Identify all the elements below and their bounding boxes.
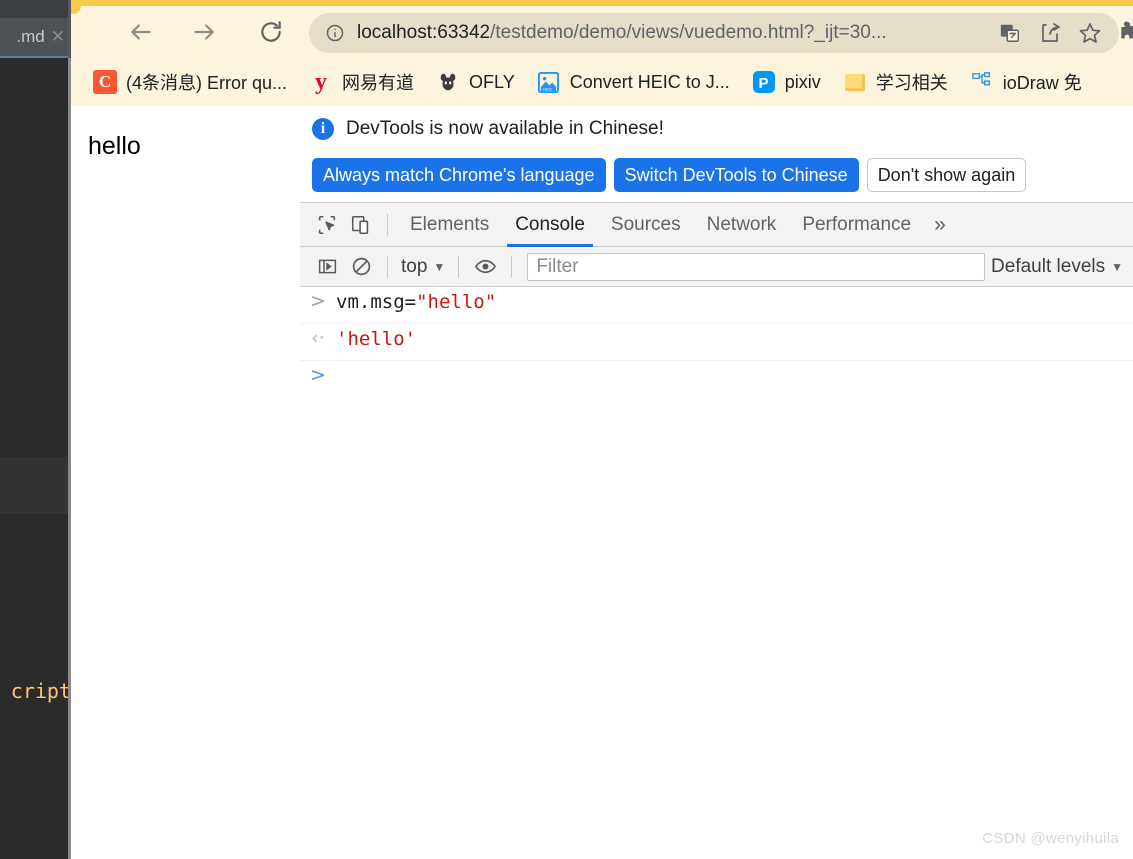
csdn-favicon-icon: C <box>93 70 117 94</box>
bookmark-label: OFLY <box>469 71 515 92</box>
tab-performance[interactable]: Performance <box>789 203 924 247</box>
execution-context-selector[interactable]: top ▼ <box>397 256 449 278</box>
ide-tabbar <box>0 0 71 18</box>
translate-icon[interactable]: G <box>997 20 1023 46</box>
csdn-glyph: C <box>93 70 117 94</box>
devtools-tab-bar: Elements Console Sources Network Perform… <box>300 203 1133 247</box>
toolbar-divider <box>511 255 513 278</box>
ide-highlight-band <box>0 457 71 514</box>
reload-icon[interactable] <box>251 12 291 52</box>
watermark: CSDN @wenyihuila <box>982 830 1119 847</box>
chevron-down-icon: ▼ <box>433 259 446 274</box>
bookmark-label: 网易有道 <box>342 73 415 93</box>
inspect-element-icon[interactable] <box>310 208 344 242</box>
log-level-label: Default levels <box>991 255 1106 277</box>
log-level-selector[interactable]: Default levels ▼ <box>991 256 1133 278</box>
svg-text:P: P <box>758 75 768 92</box>
back-arrow-icon[interactable] <box>121 12 161 52</box>
url-host: localhost:63342 <box>357 22 491 43</box>
tab-network[interactable]: Network <box>694 203 790 247</box>
prompt-arrow-icon: > <box>310 364 326 386</box>
ide-editor-area[interactable]: cript <box>0 60 71 859</box>
console-code-string: "hello" <box>416 291 497 313</box>
bookmark-item[interactable]: C (4条消息) Error qu... <box>93 69 287 95</box>
switch-devtools-language-button[interactable]: Switch DevTools to Chinese <box>613 158 859 192</box>
bookmark-item[interactable]: y 网易有道 <box>309 69 414 95</box>
ide-file-tab[interactable]: .md ✕ <box>0 18 71 58</box>
info-circle-icon[interactable] <box>325 23 345 43</box>
page-text: hello <box>88 132 141 160</box>
bookmark-label: 学习相关 <box>875 73 948 93</box>
live-expression-eye-icon[interactable] <box>468 250 502 284</box>
console-output-line[interactable]: ‹· 'hello' <box>300 324 1133 361</box>
devtools-language-banner: i DevTools is now available in Chinese! … <box>300 106 1133 203</box>
bookmark-label: (4条消息) Error qu... <box>126 73 288 93</box>
folder-icon <box>843 70 867 94</box>
devtools-panel: i DevTools is now available in Chinese! … <box>300 106 1133 859</box>
address-bar-url: localhost:63342/testdemo/demo/views/vued… <box>357 22 997 44</box>
console-sidebar-icon[interactable] <box>310 250 344 284</box>
chevron-down-icon: ▼ <box>1111 259 1123 274</box>
bookmark-label: pixiv <box>784 71 821 92</box>
output-arrow-icon: ‹· <box>311 327 325 349</box>
youdao-glyph: y <box>315 69 328 95</box>
console-filter-input[interactable] <box>527 252 986 281</box>
dont-show-again-button[interactable]: Don't show again <box>866 158 1027 192</box>
console-result-value: 'hello' <box>336 328 417 350</box>
more-tabs-chevron-icon[interactable]: » <box>924 203 956 247</box>
tab-sources[interactable]: Sources <box>598 203 694 247</box>
tab-console[interactable]: Console <box>502 203 598 247</box>
ide-code-fragment: cript <box>10 679 71 703</box>
bookmark-item[interactable]: OFLY <box>436 70 515 94</box>
info-badge-icon: i <box>312 118 334 140</box>
bookmark-item[interactable]: ioDraw 免 <box>970 69 1082 95</box>
navigation-row: localhost:63342/testdemo/demo/views/vued… <box>71 6 1133 58</box>
banner-message: DevTools is now available in Chinese! <box>346 118 664 139</box>
svg-text:HEIC: HEIC <box>543 86 553 91</box>
console-input-code: vm.msg="hello" <box>336 290 496 314</box>
banner-message-row: i DevTools is now available in Chinese! <box>312 118 664 140</box>
tab-elements[interactable]: Elements <box>397 203 502 247</box>
console-prompt-line[interactable]: > <box>300 361 1133 397</box>
address-bar-actions: G <box>997 20 1103 46</box>
pixiv-favicon-icon: P <box>752 70 776 94</box>
youdao-favicon-icon: y <box>309 70 333 94</box>
toolbar-divider <box>458 255 460 278</box>
console-code-plain: vm.msg= <box>336 291 417 313</box>
ide-window: .md ✕ cript <box>0 0 71 859</box>
close-icon[interactable]: ✕ <box>51 27 65 47</box>
url-path: /testdemo/demo/views/vuedemo.html?_ijt=3… <box>490 22 887 43</box>
star-icon[interactable] <box>1077 20 1103 46</box>
browser-chrome: localhost:63342/testdemo/demo/views/vued… <box>71 0 1133 106</box>
bookmark-item[interactable]: P pixiv <box>752 70 821 94</box>
bookmark-item[interactable]: HEIC Convert HEIC to J... <box>537 70 730 94</box>
puzzle-piece-icon[interactable] <box>1117 20 1133 46</box>
input-arrow-icon: > <box>310 290 326 312</box>
toolbar-divider <box>387 213 388 236</box>
bookmark-label: Convert HEIC to J... <box>569 71 730 92</box>
device-toolbar-icon[interactable] <box>344 208 378 242</box>
address-bar[interactable]: localhost:63342/testdemo/demo/views/vued… <box>309 13 1119 53</box>
share-icon[interactable] <box>1037 20 1063 46</box>
clear-console-icon[interactable] <box>344 250 378 284</box>
bookmark-item[interactable]: 学习相关 <box>843 69 948 95</box>
banner-buttons: Always match Chrome's language Switch De… <box>312 158 1027 192</box>
ide-file-tab-label: .md <box>16 27 45 46</box>
bookmark-label: ioDraw 免 <box>1002 73 1082 93</box>
screenshot-root: .md ✕ cript localhost:63342/testdemo/dem… <box>0 0 1133 859</box>
always-match-language-button[interactable]: Always match Chrome's language <box>312 158 606 192</box>
ide-highlight-band-2 <box>0 514 71 544</box>
ofly-favicon-icon <box>436 70 460 94</box>
console-output[interactable]: > vm.msg="hello" ‹· 'hello' > <box>300 287 1133 859</box>
forward-arrow-icon[interactable] <box>184 12 224 52</box>
console-input-line[interactable]: > vm.msg="hello" <box>300 287 1133 324</box>
iodraw-favicon-icon <box>970 70 994 94</box>
heic-favicon-icon: HEIC <box>537 70 561 94</box>
toolbar-divider <box>387 255 388 278</box>
bookmarks-bar: C (4条消息) Error qu... y 网易有道 OFLY HEIC Co… <box>71 58 1133 106</box>
execution-context-label: top <box>401 255 428 277</box>
console-toolbar: top ▼ Default levels ▼ <box>300 247 1133 287</box>
